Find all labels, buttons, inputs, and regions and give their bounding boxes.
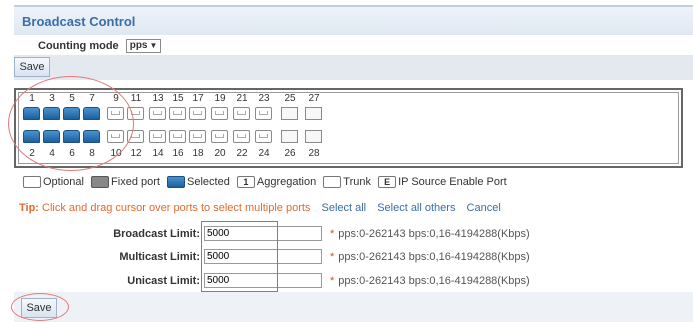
required-mark: * <box>330 228 335 240</box>
port-27[interactable] <box>305 107 322 120</box>
select-all-others-link[interactable]: Select all others <box>377 202 455 214</box>
port-number-27: 27 <box>308 93 320 104</box>
port-23[interactable] <box>255 107 272 120</box>
legend-selected: Selected <box>187 176 230 189</box>
port-number-26: 26 <box>284 148 296 159</box>
port-number-24: 24 <box>258 148 270 159</box>
chevron-down-icon: ▼ <box>149 41 158 50</box>
tip-text: Click and drag cursor over ports to sele… <box>42 202 311 214</box>
counting-mode-row: Counting mode pps ▼ <box>38 39 162 53</box>
legend-fixed: Fixed port <box>111 176 160 189</box>
save-button-top[interactable]: Save <box>14 57 50 77</box>
broadcast-hint-text: pps:0-262143 bps:0,16-4194288(Kbps) <box>338 228 530 240</box>
port-number-19: 19 <box>214 93 226 104</box>
port-19[interactable] <box>211 107 228 120</box>
cancel-link[interactable]: Cancel <box>467 202 501 214</box>
tip-label: Tip: <box>19 202 39 214</box>
port-17[interactable] <box>189 107 206 120</box>
port-number-12: 12 <box>130 148 142 159</box>
port-number-14: 14 <box>152 148 164 159</box>
port-15[interactable] <box>169 107 186 120</box>
unicast-hint-text: pps:0-262143 bps:0,16-4194288(Kbps) <box>338 275 530 287</box>
legend-optional: Optional <box>43 176 84 189</box>
port-number-21: 21 <box>236 93 248 104</box>
bottom-toolbar: Save <box>14 292 693 322</box>
annotation-box-limits <box>201 221 278 292</box>
port-number-23: 23 <box>258 93 270 104</box>
port-20[interactable] <box>211 130 228 143</box>
trunk-icon <box>323 176 342 189</box>
port-number-18: 18 <box>192 148 204 159</box>
port-22[interactable] <box>233 130 250 143</box>
port-number-15: 15 <box>172 93 184 104</box>
unicast-limit-hint: * pps:0-262143 bps:0,16-4194288(Kbps) <box>330 275 530 287</box>
annotation-circle-save <box>11 293 69 321</box>
required-mark: * <box>330 251 335 263</box>
port-14[interactable] <box>149 130 166 143</box>
port-number-25: 25 <box>284 93 296 104</box>
legend-trunk: Trunk <box>343 176 372 189</box>
legend-aggregation: Aggregation <box>256 176 317 189</box>
port-26[interactable] <box>281 130 298 143</box>
port-24[interactable] <box>255 130 272 143</box>
port-legend: Optional Fixed port Selected 1 Aggregatio… <box>19 176 507 189</box>
port-number-16: 16 <box>172 148 184 159</box>
page-title: Broadcast Control <box>22 14 136 29</box>
selected-port-icon <box>167 176 186 189</box>
ip-source-icon: E <box>378 176 397 189</box>
fixed-port-icon <box>91 176 110 189</box>
port-13[interactable] <box>149 107 166 120</box>
counting-mode-label: Counting mode <box>38 39 119 52</box>
required-mark: * <box>330 275 335 287</box>
unicast-limit-label: Unicast Limit: <box>127 275 200 287</box>
aggregation-icon: 1 <box>236 176 255 189</box>
port-18[interactable] <box>189 130 206 143</box>
legend-ip-source: IP Source Enable Port <box>398 176 507 189</box>
port-number-22: 22 <box>236 148 248 159</box>
port-21[interactable] <box>233 107 250 120</box>
multicast-hint-text: pps:0-262143 bps:0,16-4194288(Kbps) <box>338 251 530 263</box>
broadcast-limit-label: Broadcast Limit: <box>113 228 200 240</box>
port-number-13: 13 <box>152 93 164 104</box>
top-toolbar: Save <box>14 55 693 80</box>
optional-port-icon <box>23 176 41 189</box>
port-25[interactable] <box>281 107 298 120</box>
port-number-17: 17 <box>192 93 204 104</box>
multicast-limit-hint: * pps:0-262143 bps:0,16-4194288(Kbps) <box>330 251 530 263</box>
counting-mode-select[interactable]: pps ▼ <box>125 39 162 53</box>
counting-mode-value: pps <box>129 40 148 51</box>
port-number-28: 28 <box>308 148 320 159</box>
select-all-link[interactable]: Select all <box>321 202 366 214</box>
port-28[interactable] <box>305 130 322 143</box>
title-bar: Broadcast Control <box>14 5 693 35</box>
port-16[interactable] <box>169 130 186 143</box>
port-number-11: 11 <box>130 93 142 104</box>
port-number-20: 20 <box>214 148 226 159</box>
multicast-limit-label: Multicast Limit: <box>119 251 200 263</box>
annotation-circle-ports <box>8 76 134 171</box>
broadcast-limit-hint: * pps:0-262143 bps:0,16-4194288(Kbps) <box>330 228 530 240</box>
tip-row: Tip: Click and drag cursor over ports to… <box>19 202 501 214</box>
